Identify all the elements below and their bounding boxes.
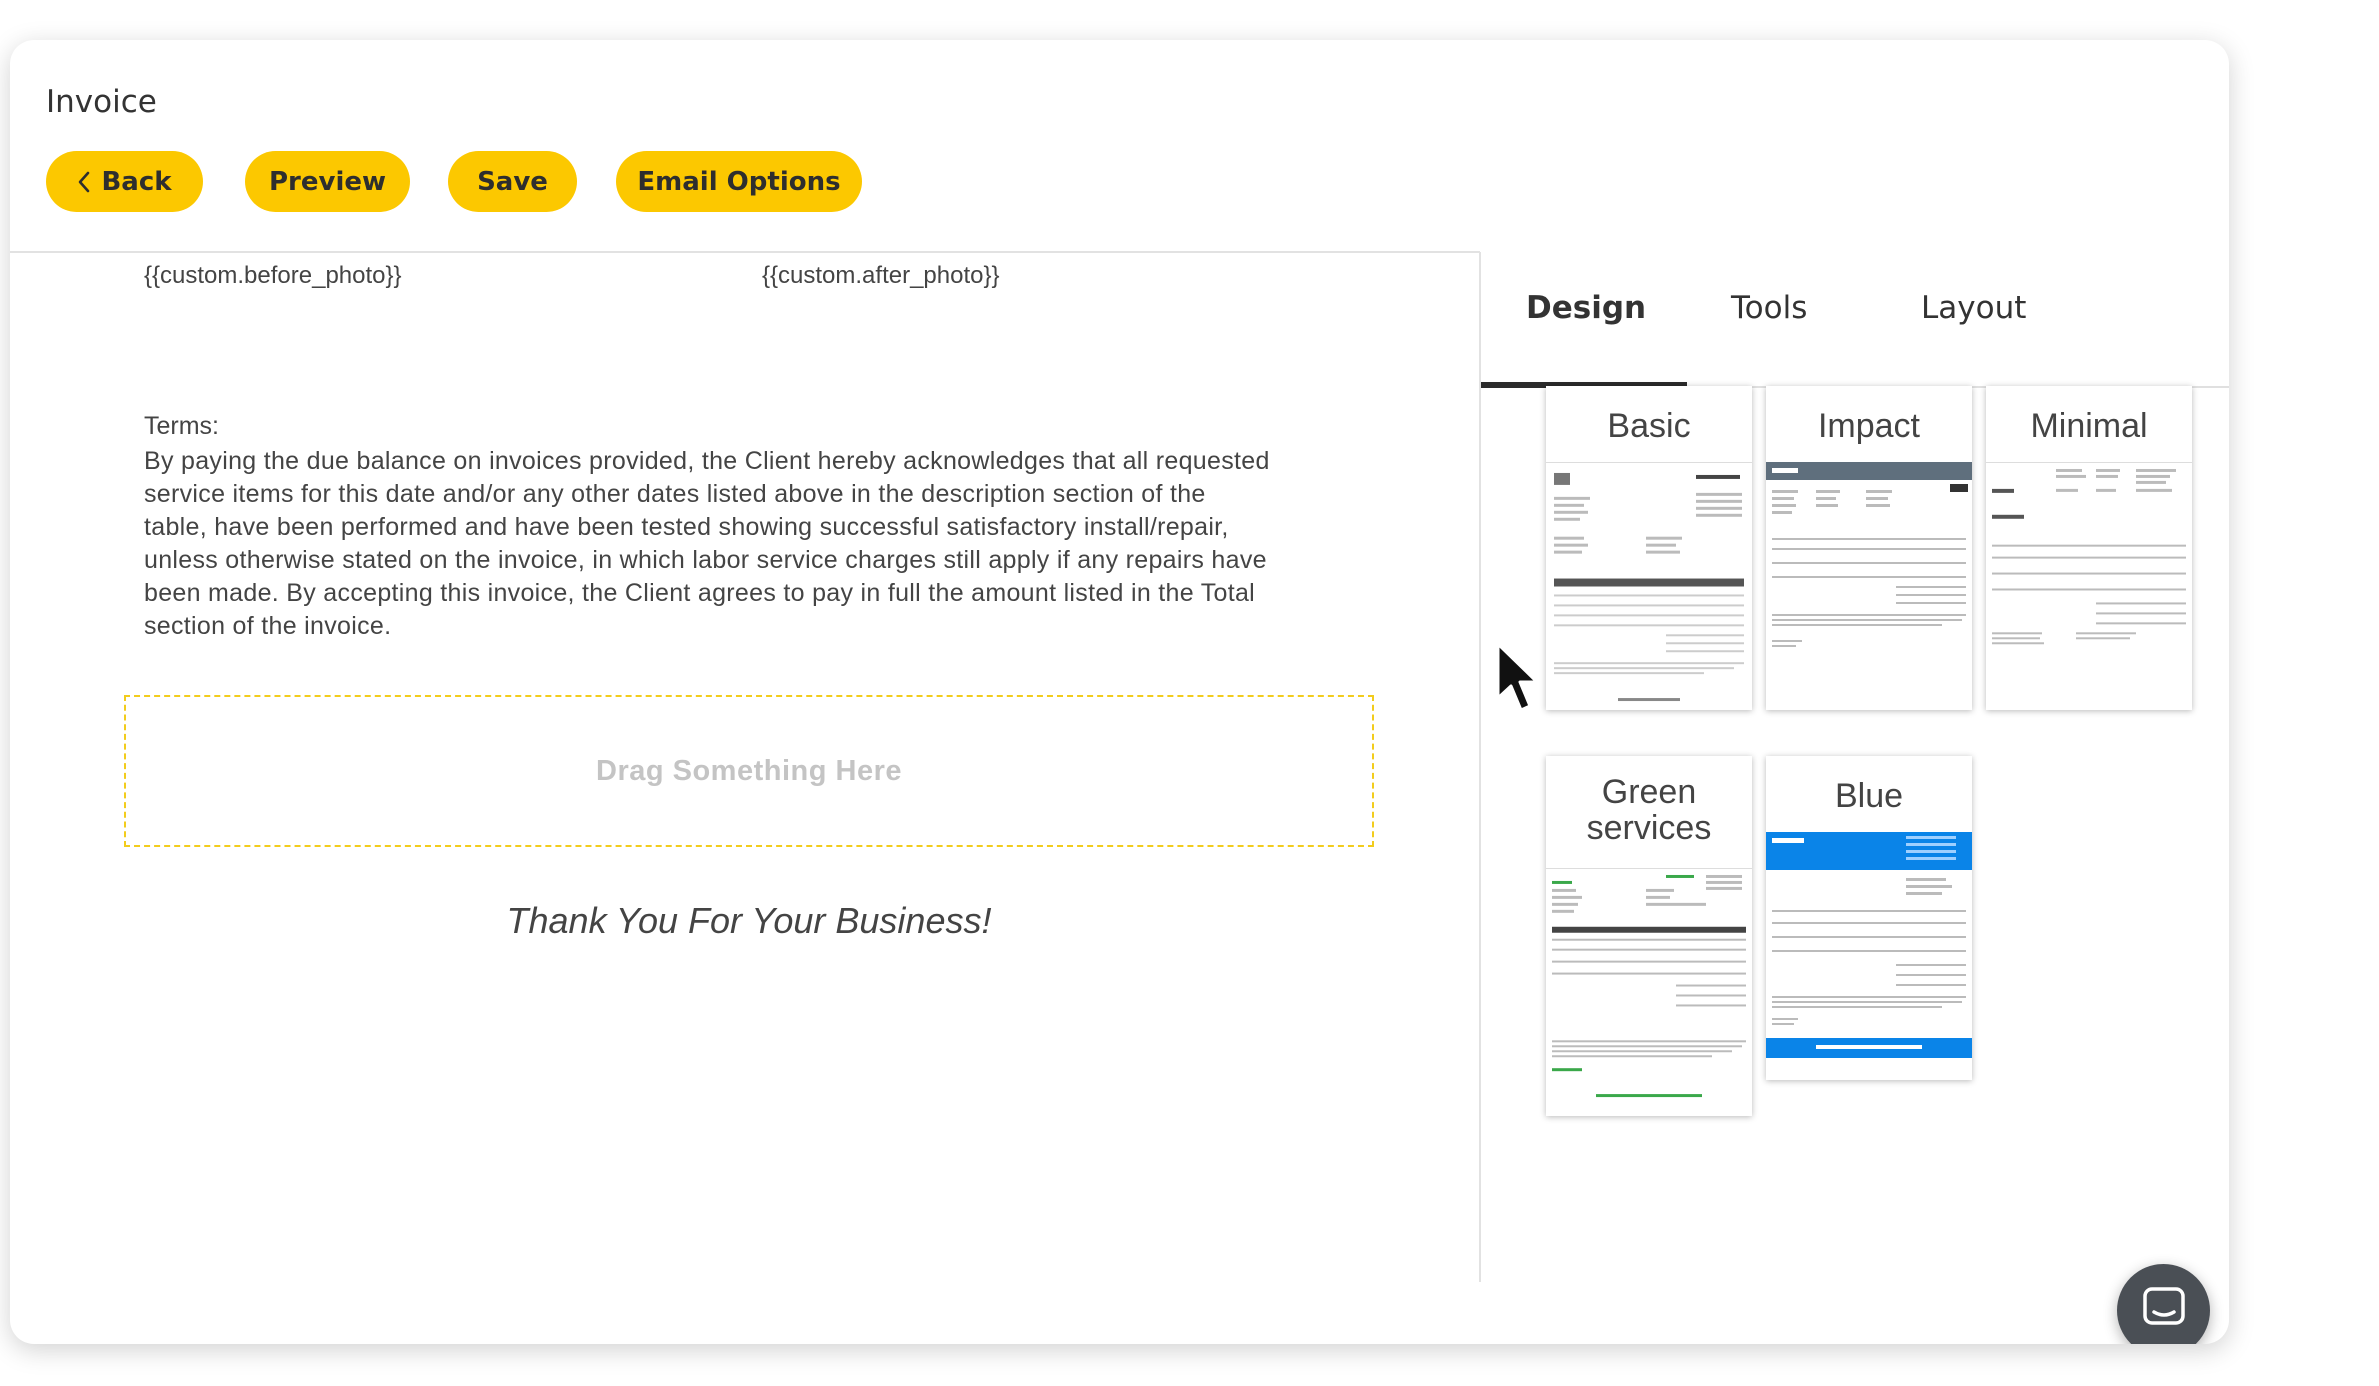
invoice-editor-window: Invoice Back Preview Save Email Options … bbox=[10, 40, 2229, 1344]
terms-line: service items for this date and/or any o… bbox=[144, 480, 1206, 508]
terms-line: table, have been performed and have been… bbox=[144, 513, 1229, 541]
template-thumbnail bbox=[1986, 462, 2192, 710]
chevron-left-icon bbox=[77, 171, 91, 193]
template-name: Blue bbox=[1834, 777, 1904, 815]
mouse-pointer-icon bbox=[1494, 640, 1540, 721]
template-card-basic[interactable]: Basic bbox=[1546, 386, 1752, 710]
preview-button-label: Preview bbox=[268, 166, 387, 197]
template-name: Basic bbox=[1607, 407, 1691, 445]
template-card-minimal[interactable]: Minimal bbox=[1986, 386, 2192, 710]
panel-tabs: Design Tools Layout bbox=[1481, 262, 2229, 388]
template-card-blue[interactable]: Blue bbox=[1766, 756, 1972, 1080]
template-thumbnail bbox=[1546, 462, 1752, 710]
terms-line: been made. By accepting this invoice, th… bbox=[144, 579, 1256, 607]
tab-design[interactable]: Design bbox=[1526, 290, 1646, 326]
template-card-impact[interactable]: Impact bbox=[1766, 386, 1972, 710]
preview-button[interactable]: Preview bbox=[245, 151, 410, 212]
template-name: Impact bbox=[1817, 407, 1921, 445]
terms-label: Terms: bbox=[144, 412, 219, 440]
back-button[interactable]: Back bbox=[46, 151, 203, 212]
template-thumbnail bbox=[1766, 832, 1972, 1080]
email-options-button-label: Email Options bbox=[637, 166, 841, 197]
template-name: Green services bbox=[1586, 773, 1712, 847]
terms-line: unless otherwise stated on the invoice, … bbox=[144, 546, 1267, 574]
save-button-label: Save bbox=[477, 166, 548, 197]
template-name: Minimal bbox=[2030, 407, 2148, 445]
chat-launcher-button[interactable] bbox=[2117, 1264, 2210, 1344]
template-thumbnail bbox=[1546, 868, 1752, 1116]
email-options-button[interactable]: Email Options bbox=[616, 151, 862, 212]
before-photo-placeholder[interactable]: {{custom.before_photo}} bbox=[144, 262, 402, 290]
terms-line: By paying the due balance on invoices pr… bbox=[144, 447, 1270, 475]
template-thumbnail bbox=[1766, 462, 1972, 710]
terms-line: section of the invoice. bbox=[144, 612, 392, 640]
save-button[interactable]: Save bbox=[448, 151, 577, 212]
header-divider bbox=[10, 251, 1480, 253]
tab-layout[interactable]: Layout bbox=[1921, 290, 2026, 326]
drop-zone-label: Drag Something Here bbox=[596, 754, 902, 787]
terms-text[interactable]: By paying the due balance on invoices pr… bbox=[144, 445, 1374, 643]
template-card-green-services[interactable]: Green services bbox=[1546, 756, 1752, 1116]
chat-bubble-icon bbox=[2141, 1285, 2187, 1336]
after-photo-placeholder[interactable]: {{custom.after_photo}} bbox=[762, 262, 1000, 290]
back-button-label: Back bbox=[101, 166, 172, 197]
panel-divider bbox=[1479, 252, 1481, 1282]
tab-tools[interactable]: Tools bbox=[1731, 290, 1807, 326]
page-title: Invoice bbox=[46, 84, 157, 120]
drop-zone[interactable]: Drag Something Here bbox=[124, 695, 1374, 847]
thank-you-text[interactable]: Thank You For Your Business! bbox=[124, 900, 1374, 942]
